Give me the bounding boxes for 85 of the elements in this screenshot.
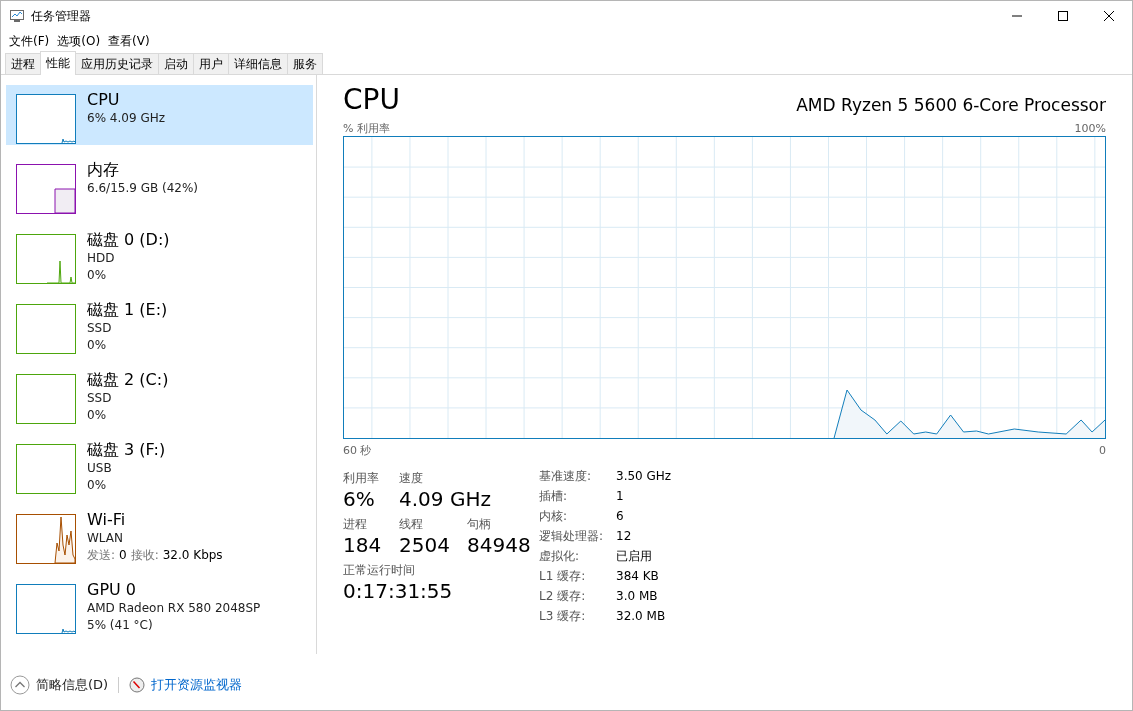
tab[interactable]: 应用历史记录: [75, 53, 159, 74]
sidebar-item[interactable]: 磁盘 0 (D:) HDD 0%: [6, 225, 313, 285]
tab[interactable]: 服务: [287, 53, 323, 74]
window-title: 任务管理器: [31, 7, 92, 25]
detail-value: 32.0 MB: [616, 608, 667, 625]
detail-label: L2 缓存:: [539, 588, 587, 605]
item-title: 磁盘 0 (D:): [87, 230, 170, 250]
sidebar-item[interactable]: 磁盘 1 (E:) SSD 0%: [6, 295, 313, 355]
stat-label: 句柄: [467, 516, 492, 532]
stat-value: 0:17:31:55: [343, 578, 453, 604]
item-title: CPU: [87, 90, 121, 110]
tab[interactable]: 性能: [40, 51, 76, 75]
tab[interactable]: 详细信息: [228, 53, 288, 74]
stat-label: 发送:: [87, 547, 116, 564]
stat-value: 2504: [399, 532, 451, 558]
collapse-icon[interactable]: [10, 675, 30, 695]
detail-label: 内核:: [539, 508, 569, 525]
item-title: 磁盘 2 (C:): [87, 370, 169, 390]
detail-label: L1 缓存:: [539, 568, 587, 585]
item-detail: 6.6/15.9 GB (42%): [87, 180, 199, 197]
monitor-icon: [9, 8, 25, 24]
item-title: 磁盘 3 (F:): [87, 440, 166, 460]
page-title: CPU: [343, 83, 400, 117]
item-detail: 0%: [87, 337, 108, 354]
stat-value: 184: [343, 532, 383, 558]
processor-name: AMD Ryzen 5 5600 6-Core Processor: [796, 95, 1106, 117]
axis-label: 0: [1099, 444, 1106, 458]
detail-label: L3 缓存:: [539, 608, 587, 625]
axis-label: 60 秒: [343, 444, 372, 458]
detail-label: 逻辑处理器:: [539, 528, 605, 545]
sidebar-item[interactable]: 内存 6.6/15.9 GB (42%): [6, 155, 313, 215]
detail-value: 1: [616, 488, 625, 505]
close-icon: [1104, 11, 1114, 21]
detail-value: 6: [616, 508, 625, 525]
item-detail: 0%: [87, 477, 108, 494]
item-detail: 5% (41 °C): [87, 617, 154, 634]
sidebar-item[interactable]: 磁盘 3 (F:) USB 0%: [6, 435, 313, 495]
axis-label: % 利用率: [343, 122, 390, 136]
sidebar-item[interactable]: Wi-Fi WLAN 发送: 0 接收: 32.0 Kbps: [6, 505, 313, 565]
detail-value: 已启用: [616, 548, 653, 565]
stat-label: 正常运行时间: [343, 562, 416, 578]
stat-label: 进程: [343, 516, 368, 532]
stat-label: 速度: [399, 470, 424, 486]
detail-label: 虚拟化:: [539, 548, 581, 565]
resource-monitor-link[interactable]: 打开资源监视器: [151, 676, 243, 694]
item-detail: USB: [87, 460, 113, 477]
sidebar-item[interactable]: CPU 6% 4.09 GHz: [6, 85, 313, 145]
menu-item[interactable]: 查看(V): [107, 32, 155, 50]
item-detail: WLAN: [87, 530, 124, 547]
item-detail: 6% 4.09 GHz: [87, 110, 165, 127]
stat-label: 线程: [399, 516, 424, 532]
detail-label: 基准速度:: [539, 468, 593, 485]
maximize-icon: [1058, 11, 1068, 21]
stat-label: 利用率: [343, 470, 380, 486]
tab[interactable]: 进程: [5, 53, 41, 74]
item-detail: SSD: [87, 390, 113, 407]
menu-item[interactable]: 选项(O): [56, 32, 106, 50]
detail-value: 3.0 MB: [616, 588, 659, 605]
sidebar-item[interactable]: GPU 0 AMD Radeon RX 580 2048SP 5% (41 °C): [6, 575, 313, 635]
stat-value: 0: [119, 547, 127, 564]
axis-label: 100%: [1074, 122, 1106, 136]
stat-label: 接收:: [130, 547, 159, 564]
item-title: 磁盘 1 (E:): [87, 300, 168, 320]
stat-value: 84948: [467, 532, 531, 558]
item-title: Wi-Fi: [87, 510, 127, 530]
detail-value: 12: [616, 528, 633, 545]
stat-value: 6%: [343, 486, 376, 512]
tab[interactable]: 启动: [158, 53, 194, 74]
item-title: 内存: [87, 160, 120, 180]
item-detail: AMD Radeon RX 580 2048SP: [87, 600, 261, 617]
gauge-icon: [129, 677, 146, 693]
menu-item[interactable]: 文件(F): [8, 32, 55, 50]
item-detail: SSD: [87, 320, 113, 337]
stat-value: 4.09 GHz: [399, 486, 491, 512]
item-title: GPU 0: [87, 580, 138, 600]
stat-value: 32.0 Kbps: [162, 547, 223, 564]
detail-value: 3.50 GHz: [616, 468, 672, 485]
detail-value: 384 KB: [616, 568, 660, 585]
summary-toggle[interactable]: 简略信息(D): [36, 676, 109, 694]
item-detail: HDD: [87, 250, 116, 267]
sidebar-item[interactable]: 磁盘 2 (C:) SSD 0%: [6, 365, 313, 425]
item-detail: 0%: [87, 407, 108, 424]
tab[interactable]: 用户: [193, 53, 229, 74]
detail-label: 插槽:: [539, 488, 569, 505]
item-detail: 0%: [87, 267, 108, 284]
